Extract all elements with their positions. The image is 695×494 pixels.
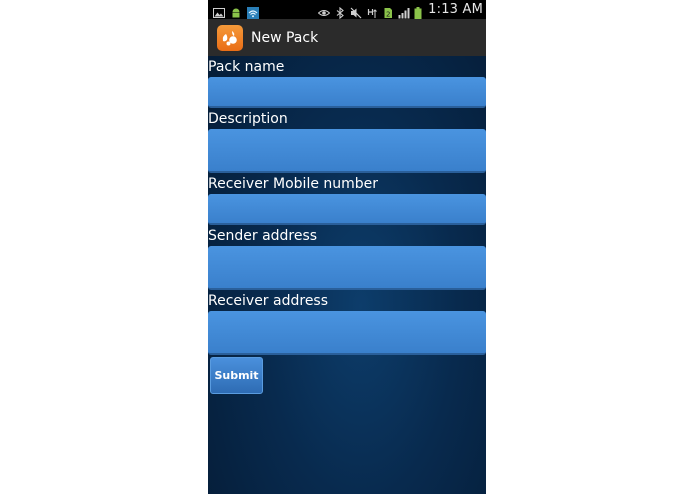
wifi-icon (247, 4, 259, 19)
receiver-address-input[interactable] (208, 311, 486, 355)
description-label: Description (208, 111, 288, 127)
app-logo-icon[interactable] (217, 24, 243, 51)
svg-text:2: 2 (386, 10, 390, 18)
status-time: 1:13 AM (428, 2, 483, 17)
status-bar-notifications (213, 4, 259, 19)
action-bar: New Pack (208, 19, 486, 56)
hsdpa-icon (366, 4, 378, 18)
receiver-mobile-label: Receiver Mobile number (208, 176, 379, 192)
description-input[interactable] (208, 129, 486, 173)
sender-address-input[interactable] (208, 246, 486, 290)
sim-icon: 2 (382, 4, 394, 18)
submit-button[interactable]: Submit (210, 357, 263, 394)
pack-name-input[interactable] (208, 77, 486, 108)
sender-address-label: Sender address (208, 228, 318, 244)
phone-screen: 2 1:13 AM New Pack Pack name Description (208, 0, 486, 494)
image-icon (213, 4, 225, 18)
bluetooth-icon (334, 4, 346, 19)
receiver-mobile-input[interactable] (208, 194, 486, 225)
status-bar-system: 2 1:13 AM (317, 2, 483, 19)
receiver-address-label: Receiver address (208, 293, 329, 309)
page-title: New Pack (251, 29, 319, 46)
android-icon (230, 4, 242, 17)
status-bar: 2 1:13 AM (208, 0, 486, 19)
mute-icon (350, 4, 362, 18)
eye-icon (317, 4, 331, 16)
pack-name-label: Pack name (208, 59, 285, 75)
signal-icon (398, 4, 410, 18)
battery-icon (414, 4, 422, 19)
